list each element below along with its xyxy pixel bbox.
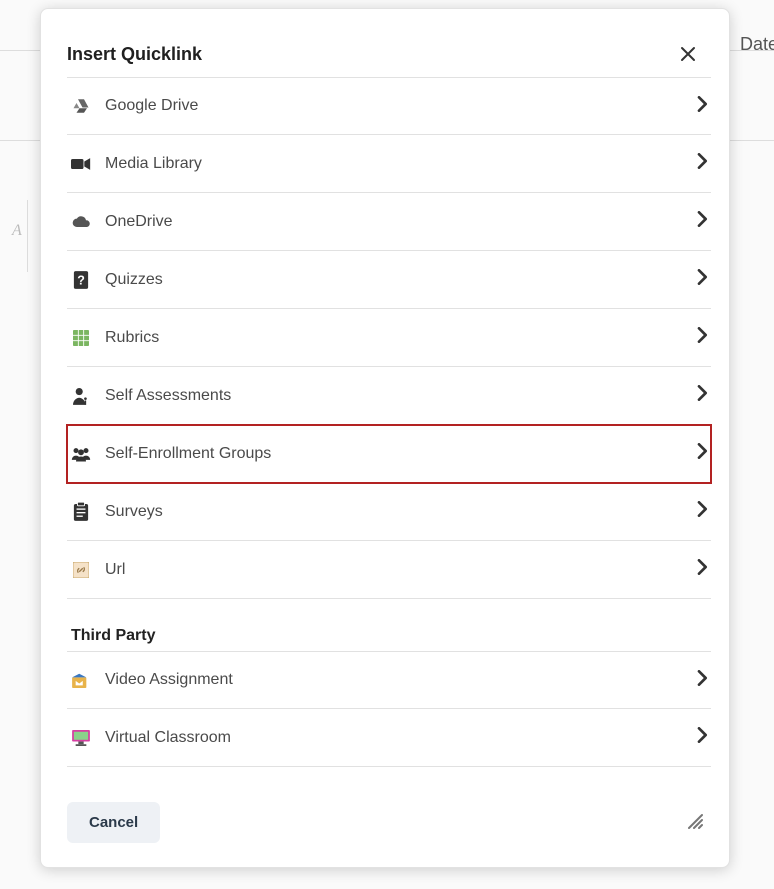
bg-date-label: Date [740,34,774,55]
cancel-button[interactable]: Cancel [67,802,160,843]
list-item-label: Surveys [105,503,697,521]
chevron-right-icon [697,96,709,117]
quicklink-list: Google Drive Media Library [67,77,725,777]
list-item-label: Self Assessments [105,387,697,405]
list-item-self-assessments[interactable]: Self Assessments [67,367,711,425]
close-button[interactable] [673,39,703,69]
chevron-right-icon [697,559,709,580]
bg-font-icon: A [12,222,22,240]
list-item-virtual-classroom[interactable]: Virtual Classroom [67,709,711,767]
grid-icon [71,328,91,348]
list-item-self-enrollment-groups[interactable]: Self-Enrollment Groups [67,425,711,483]
video-camera-icon [71,154,91,174]
cloud-icon [71,212,91,232]
list-item-label: Video Assignment [105,671,697,689]
modal-footer: Cancel [41,782,729,867]
list-item-label: Rubrics [105,329,697,347]
section-header-third-party: Third Party [67,627,711,645]
list-item-video-assignment[interactable]: Video Assignment [67,651,711,709]
list-item-rubrics[interactable]: Rubrics [67,309,711,367]
list-item-label: Quizzes [105,271,697,289]
quicklink-scroll-area[interactable]: Google Drive Media Library [41,77,729,782]
chevron-right-icon [697,269,709,290]
chevron-right-icon [697,501,709,522]
close-icon [680,46,696,62]
insert-quicklink-modal: Insert Quicklink Google Drive M [40,8,730,868]
list-item-surveys[interactable]: Surveys [67,483,711,541]
person-icon [71,386,91,406]
chevron-right-icon [697,211,709,232]
list-item-label: Virtual Classroom [105,729,697,747]
list-item-url[interactable]: Url [67,541,711,599]
modal-header: Insert Quicklink [41,9,729,77]
list-item-media-library[interactable]: Media Library [67,135,711,193]
resize-handle[interactable] [685,811,703,834]
list-item-onedrive[interactable]: OneDrive [67,193,711,251]
list-item-google-drive[interactable]: Google Drive [67,77,711,135]
link-icon [71,560,91,580]
svg-text:?: ? [77,273,85,287]
modal-title: Insert Quicklink [67,44,673,65]
list-item-label: Google Drive [105,97,697,115]
people-group-icon [71,444,91,464]
monitor-icon [71,728,91,748]
video-assignment-icon [71,670,91,690]
resize-icon [685,811,703,829]
chevron-right-icon [697,327,709,348]
clipboard-icon [71,502,91,522]
question-icon: ? [71,270,91,290]
list-item-label: OneDrive [105,213,697,231]
chevron-right-icon [697,153,709,174]
google-drive-icon [71,96,91,116]
bg-divider [27,200,28,272]
list-item-label: Media Library [105,155,697,173]
chevron-right-icon [697,670,709,691]
chevron-right-icon [697,385,709,406]
chevron-right-icon [697,727,709,748]
list-item-label: Url [105,561,697,579]
chevron-right-icon [697,443,709,464]
list-item-quizzes[interactable]: ? Quizzes [67,251,711,309]
list-item-label: Self-Enrollment Groups [105,445,697,463]
